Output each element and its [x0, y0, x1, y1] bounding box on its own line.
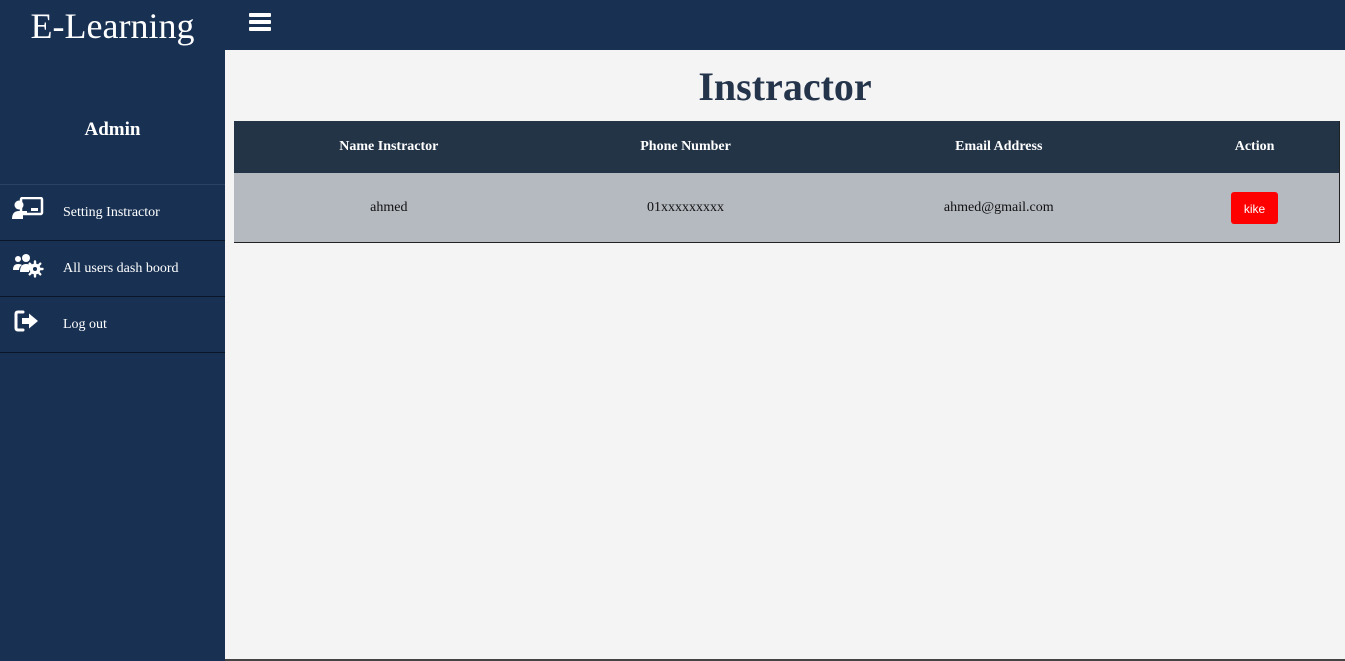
users-cog-icon	[12, 253, 44, 279]
table-header-row: Name Instractor Phone Number Email Addre…	[234, 121, 1340, 173]
sidebar-nav: Setting Instractor All users dash boord …	[0, 185, 225, 353]
column-header-name: Name Instractor	[234, 121, 544, 173]
sidebar-item-label: All users dash boord	[63, 261, 179, 276]
sidebar-item-label: Log out	[63, 317, 107, 332]
column-header-action: Action	[1170, 121, 1340, 173]
top-bar: E-Learning	[0, 0, 1345, 50]
cell-phone: 01xxxxxxxxx	[543, 173, 828, 243]
sign-out-icon	[12, 309, 44, 335]
chalkboard-teacher-icon	[12, 196, 44, 223]
sidebar: Admin Setting Instractor All users dash …	[0, 50, 225, 661]
brand-logo[interactable]: E-Learning	[0, 0, 225, 50]
page-title: Instractor	[698, 64, 872, 109]
sidebar-item-all-users[interactable]: All users dash boord	[0, 241, 225, 297]
instructor-table: Name Instractor Phone Number Email Addre…	[234, 121, 1340, 243]
sidebar-item-label: Setting Instractor	[63, 205, 160, 220]
column-header-email: Email Address	[827, 121, 1171, 173]
main-content: Instractor Name Instractor Phone Number …	[225, 50, 1345, 661]
table-row: ahmed 01xxxxxxxxx ahmed@gmail.com kike	[234, 173, 1340, 243]
cell-action: kike	[1170, 173, 1340, 243]
cell-email: ahmed@gmail.com	[827, 173, 1171, 243]
delete-button[interactable]: kike	[1231, 191, 1279, 224]
hamburger-menu-icon[interactable]	[249, 13, 271, 33]
column-header-phone: Phone Number	[543, 121, 828, 173]
sidebar-item-logout[interactable]: Log out	[0, 297, 225, 353]
sidebar-user-label: Admin	[0, 50, 225, 185]
cell-name: ahmed	[234, 173, 544, 243]
sidebar-item-setting-instractor[interactable]: Setting Instractor	[0, 185, 225, 241]
